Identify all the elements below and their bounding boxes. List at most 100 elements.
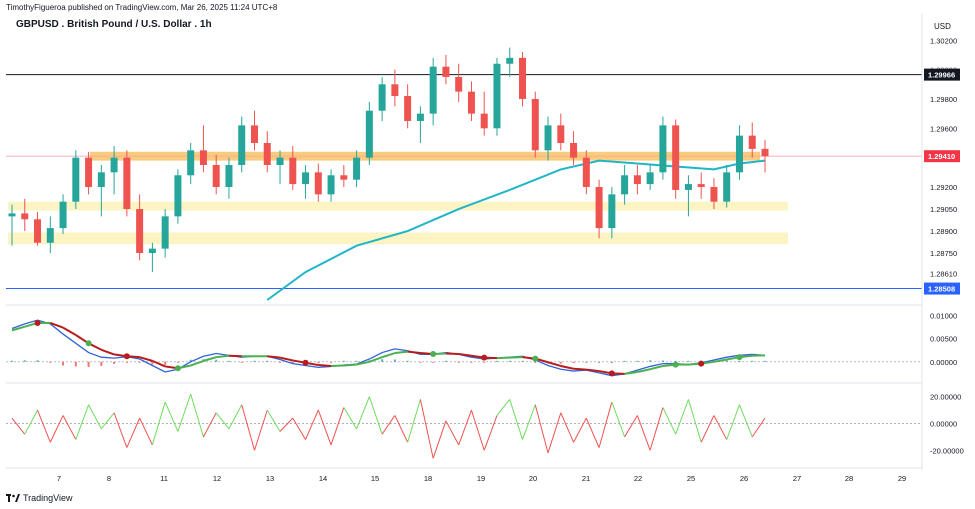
oscillator-segment xyxy=(585,417,600,448)
candle-body xyxy=(646,172,654,185)
price-tick-label: 1.30200 xyxy=(930,36,957,45)
candle-body xyxy=(404,96,412,121)
candle-body xyxy=(723,172,731,202)
candle-body xyxy=(633,175,641,185)
macd-cross-up-dot xyxy=(85,340,92,347)
oscillator-segment xyxy=(483,415,498,451)
macd-histogram-bar xyxy=(49,361,52,363)
candle-body xyxy=(748,135,756,149)
oscillator-segment xyxy=(49,415,64,443)
oscillator-segment xyxy=(726,404,740,440)
oscillator-segment xyxy=(547,412,562,454)
oscillator-segment xyxy=(700,415,715,443)
oscillator-segment xyxy=(598,401,613,448)
macd-cross-up-dot xyxy=(672,361,679,368)
oscillator-segment xyxy=(24,409,38,435)
tradingview-logo[interactable]: TradingView xyxy=(6,493,73,503)
macd-histogram-bar xyxy=(240,361,243,363)
oscillator-segment xyxy=(330,407,345,446)
time-tick-label: 11 xyxy=(160,474,168,483)
candle-body xyxy=(378,84,386,111)
candle-body xyxy=(46,228,54,243)
time-tick-label: 7 xyxy=(57,474,61,483)
candle-body xyxy=(72,157,80,202)
time-tick-label: 27 xyxy=(793,474,801,483)
macd-cross-down-dot xyxy=(302,359,309,366)
macd-signal-segment xyxy=(394,350,408,355)
oscillator-segment xyxy=(228,404,243,430)
chart-window: TimothyFigueroa published on TradingView… xyxy=(0,0,975,509)
price-tick-label: 1.28610 xyxy=(930,270,957,279)
macd-histogram-bar xyxy=(74,361,77,367)
oscillator-segment xyxy=(279,417,294,432)
time-tick-label: 22 xyxy=(634,474,642,483)
macd-histogram-bar xyxy=(23,360,26,362)
oscillator-segment xyxy=(305,409,319,440)
macd-fast-line xyxy=(11,319,766,377)
candle-body xyxy=(263,142,271,165)
oscillator-segment xyxy=(419,399,434,459)
lower-level-tag: 1.28508 xyxy=(928,285,955,294)
time-tick-label: 12 xyxy=(213,474,221,483)
oscillator-segment xyxy=(190,393,204,438)
oscillator-segment xyxy=(470,409,485,451)
macd-histogram-bar xyxy=(444,360,447,362)
oscillator-segment xyxy=(126,417,141,448)
macd-signal-segment xyxy=(586,368,600,373)
macd-histogram-bar xyxy=(125,361,128,363)
candle-body xyxy=(365,110,373,158)
oscillator-segment xyxy=(624,415,638,438)
macd-signal-segment xyxy=(624,370,638,375)
candle-body xyxy=(519,57,527,99)
macd-histogram-bar xyxy=(355,360,358,362)
macd-histogram-bar xyxy=(738,360,741,362)
macd-histogram-bar xyxy=(393,359,396,362)
oscillator-segment xyxy=(675,399,689,435)
macd-histogram-bar xyxy=(227,360,230,362)
oscillator-segment xyxy=(560,412,575,443)
macd-signal-segment xyxy=(100,348,115,356)
candle-body xyxy=(161,216,169,249)
time-tick-label: 18 xyxy=(424,474,432,483)
macd-cross-down-dot xyxy=(34,319,41,326)
candle-body xyxy=(735,135,743,173)
brand-label: TradingView xyxy=(23,493,73,503)
macd-histogram-bar xyxy=(495,360,498,362)
oscillator-tick-label: 0.00000 xyxy=(930,419,957,428)
oscillator-segment xyxy=(317,409,332,446)
candle-body xyxy=(148,248,156,254)
time-tick-label: 29 xyxy=(898,474,906,483)
time-tick-label: 20 xyxy=(529,474,537,483)
price-tick-label: 1.29050 xyxy=(930,205,957,214)
candle-body xyxy=(238,125,246,165)
macd-histogram-bar xyxy=(687,360,690,362)
candle-body xyxy=(289,157,297,185)
macd-signal-segment xyxy=(203,356,217,362)
macd-histogram-bar xyxy=(164,361,167,365)
candle-body xyxy=(659,125,667,173)
oscillator-segment xyxy=(573,417,587,443)
oscillator-segment xyxy=(202,412,217,438)
candle-body xyxy=(582,157,590,188)
candle-body xyxy=(429,66,437,114)
price-tick-label: 1.29200 xyxy=(930,183,957,192)
moving-average-line xyxy=(266,159,766,301)
oscillator-segment xyxy=(356,396,370,430)
time-tick-label: 8 xyxy=(107,474,111,483)
macd-histogram-bar xyxy=(534,361,537,363)
time-tick-label: 19 xyxy=(477,474,485,483)
price-tick-label: 1.28750 xyxy=(930,249,957,258)
macd-histogram-bar xyxy=(751,360,754,362)
oscillator-segment xyxy=(534,404,549,454)
oscillator-segment xyxy=(458,409,472,446)
candle-body xyxy=(353,157,361,180)
chart-canvas[interactable]: 1.30200 1.29800 1.29600 1.29200 1.29050 1.289… xyxy=(0,0,975,509)
candle-body xyxy=(455,76,463,92)
macd-histogram-bar xyxy=(457,361,460,363)
oscillator-segment xyxy=(88,404,102,430)
macd-signal-segment xyxy=(458,352,472,357)
oscillator-segment xyxy=(37,409,51,443)
macd-signal-segment xyxy=(216,354,230,359)
macd-histogram-bar xyxy=(572,361,575,364)
macd-signal-segment xyxy=(573,367,587,371)
